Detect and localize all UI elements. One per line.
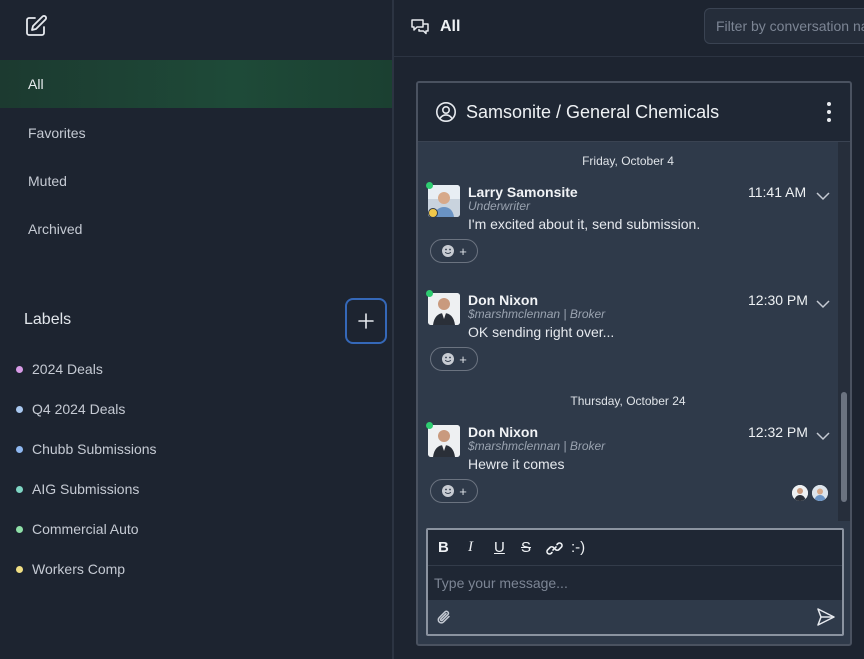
conversation-panel: Samsonite / General Chemicals Friday, Oc… [416,81,852,646]
nav-item-label: Archived [28,221,83,237]
nav-item-favorites[interactable]: Favorites [0,109,392,157]
add-label-button[interactable] [345,298,387,344]
conversation-header: Samsonite / General Chemicals [418,83,850,142]
sender-role: Underwriter [468,199,531,213]
add-reaction-button[interactable]: + [430,239,478,263]
composer-footer [428,600,842,634]
label-color-dot [16,485,23,493]
label-item-q4-2024-deals[interactable]: Q4 2024 Deals [16,399,125,419]
date-separator: Thursday, October 24 [570,394,686,408]
online-status-icon [426,290,433,297]
topbar: All [394,0,864,57]
bold-button[interactable]: B [438,539,449,556]
sidebar-divider[interactable] [392,0,394,659]
smiley-icon [442,353,455,365]
chevron-down-icon[interactable] [816,188,830,201]
sidebar: All Favorites Muted Archived Labels 2024… [0,0,392,659]
smiley-icon [442,245,455,257]
chevron-down-icon[interactable] [816,296,830,309]
avatar[interactable] [428,425,460,457]
message-time: 11:41 AM [748,184,807,200]
label-item-workers-comp[interactable]: Workers Comp [16,559,125,579]
label-name: Chubb Submissions [32,441,157,457]
plus-icon: + [459,351,467,367]
link-icon[interactable] [546,540,563,561]
sender-role: $marshmclennan | Broker [468,307,606,321]
nav-item-label: Favorites [28,125,86,141]
sender-name[interactable]: Don Nixon [468,424,538,440]
message-text: I'm excited about it, send submission. [468,216,701,232]
label-color-dot [16,525,23,533]
italic-button[interactable]: I [468,539,473,556]
label-color-dot [16,445,23,453]
add-reaction-button[interactable]: + [430,347,478,371]
label-item-aig-submissions[interactable]: AIG Submissions [16,479,139,499]
message-list[interactable]: Friday, October 4 Larry Samonsite Underw… [418,142,838,521]
plus-icon: + [459,243,467,259]
plus-icon: + [459,483,467,499]
label-item-chubb-submissions[interactable]: Chubb Submissions [16,439,157,459]
online-status-icon [426,422,433,429]
chat-bubbles-icon [410,17,430,37]
read-receipt-avatar [812,485,828,501]
label-name: 2024 Deals [32,361,103,377]
labels-heading: Labels [24,311,72,328]
label-name: Commercial Auto [32,521,139,537]
add-reaction-button[interactable]: + [430,479,478,503]
chevron-down-icon[interactable] [816,428,830,441]
strikethrough-button[interactable]: S [521,539,531,556]
filter-conversations-input[interactable] [704,8,864,44]
message-time: 12:32 PM [748,424,808,440]
compose-icon[interactable] [24,14,48,38]
message-input[interactable] [428,567,842,599]
nav-item-archived[interactable]: Archived [0,205,392,253]
sender-name[interactable]: Larry Samonsite [468,184,578,200]
label-color-dot [16,405,23,413]
sender-name[interactable]: Don Nixon [468,292,538,308]
message-composer: B I U S :-) [426,528,844,636]
nav-item-label: All [28,76,44,92]
message-text: Hewre it comes [468,456,565,472]
paperclip-icon[interactable] [436,609,452,630]
message-scrollbar[interactable] [838,142,850,521]
date-separator: Friday, October 4 [582,154,674,168]
nav-item-label: Muted [28,173,67,189]
scrollbar-thumb[interactable] [841,392,847,502]
sender-role: $marshmclennan | Broker [468,439,606,453]
user-circle-icon [435,101,457,123]
nav-item-muted[interactable]: Muted [0,157,392,205]
label-color-dot [16,565,23,573]
label-name: AIG Submissions [32,481,140,497]
label-name: Q4 2024 Deals [32,401,126,417]
plus-icon [358,313,374,329]
label-item-commercial-auto[interactable]: Commercial Auto [16,519,139,539]
formatting-toolbar: B I U S :-) [428,530,842,566]
avatar[interactable] [428,293,460,325]
online-status-icon [426,182,433,189]
smiley-icon [442,485,455,497]
page-title: All [440,18,461,35]
more-options-icon[interactable] [821,100,837,124]
label-item-2024-deals[interactable]: 2024 Deals [16,359,103,379]
conversation-title: Samsonite / General Chemicals [466,102,720,122]
label-color-dot [16,365,23,373]
nav-item-all[interactable]: All [0,60,392,108]
badge-icon [428,208,438,218]
send-icon[interactable] [816,607,836,632]
underline-button[interactable]: U [494,539,505,556]
read-receipt-avatar [792,485,808,501]
message-text: OK sending right over... [468,324,615,340]
label-name: Workers Comp [32,561,126,577]
emoji-button[interactable]: :-) [571,539,585,556]
message-time: 12:30 PM [748,292,808,308]
